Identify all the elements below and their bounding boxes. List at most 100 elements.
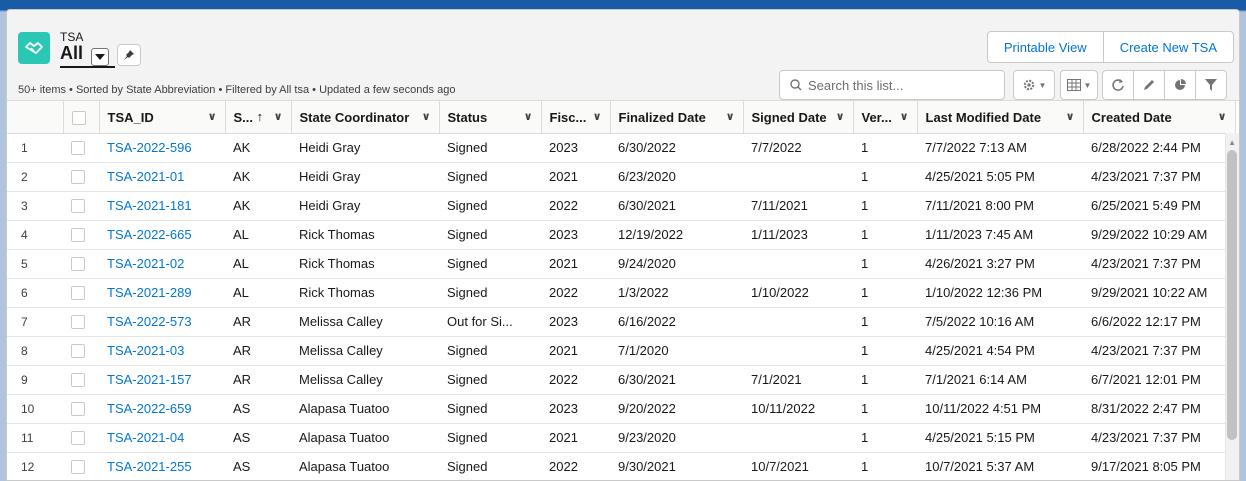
tsa-id-link[interactable]: TSA-2021-157: [107, 372, 192, 387]
list-view-dropdown-button[interactable]: [91, 48, 109, 66]
table-row[interactable]: 6 TSA-2021-289 AL Rick Thomas Signed 2022 1/3/…: [7, 278, 1235, 308]
table-row[interactable]: 12 TSA-2021-255 AS Alapasa Tuatoo Signed 2022…: [7, 452, 1235, 480]
sort-arrow-icon: ↑: [256, 108, 264, 124]
chevron-down-icon: ▼: [1038, 80, 1047, 90]
tsa-id-link[interactable]: TSA-2021-289: [107, 285, 192, 300]
tsa-id-link[interactable]: TSA-2021-03: [107, 343, 184, 358]
table-row[interactable]: 1 TSA-2022-596 AK Heidi Gray Signed 2023 6/30/…: [7, 133, 1235, 163]
last-modified-date-cell: 7/5/2022 10:16 AM: [917, 307, 1083, 337]
row-number: 12: [7, 452, 63, 480]
row-select-cell: [63, 336, 99, 366]
state-cell: AR: [225, 365, 291, 395]
row-checkbox[interactable]: [71, 373, 85, 388]
last-modified-date-cell: 1/10/2022 12:36 PM: [917, 278, 1083, 308]
table-row[interactable]: 3 TSA-2021-181 AK Heidi Gray Signed 2022 6/30/…: [7, 191, 1235, 221]
search-input[interactable]: [808, 77, 988, 93]
tsa-id-link[interactable]: TSA-2021-04: [107, 430, 184, 445]
row-checkbox[interactable]: [71, 257, 85, 272]
created-date-cell: 6/6/2022 12:17 PM: [1083, 307, 1235, 337]
table-row[interactable]: 2 TSA-2021-01 AK Heidi Gray Signed 2021 6/23/2…: [7, 162, 1235, 192]
column-header-created-date[interactable]: Created Date ∨: [1083, 101, 1236, 134]
refresh-button[interactable]: [1102, 70, 1134, 100]
column-header-state-coordinator[interactable]: State Coordinator ∨: [291, 101, 440, 134]
row-checkbox[interactable]: [71, 431, 85, 446]
create-new-tsa-button[interactable]: Create New TSA: [1103, 31, 1234, 63]
row-select-cell: [63, 162, 99, 192]
list-view-panel: TSA All Printable View Create New TSA 50…: [6, 9, 1240, 481]
table-row[interactable]: 10 TSA-2022-659 AS Alapasa Tuatoo Signed 2023…: [7, 394, 1235, 424]
signed-date-cell: [743, 249, 853, 279]
scrollbar-thumb[interactable]: [1227, 150, 1237, 440]
chevron-down-icon[interactable]: ∨: [726, 110, 735, 123]
column-header-tsa-id[interactable]: TSA_ID ∨: [99, 101, 226, 134]
chevron-down-icon[interactable]: ∨: [836, 110, 845, 123]
chevron-down-icon[interactable]: ∨: [524, 110, 533, 123]
finalized-date-cell: 6/16/2022: [610, 307, 743, 337]
tsa-id-link[interactable]: TSA-2021-255: [107, 459, 192, 474]
column-header-version[interactable]: Ver... ∨: [853, 101, 918, 134]
row-checkbox[interactable]: [71, 199, 85, 214]
printable-view-button[interactable]: Printable View: [986, 31, 1104, 63]
tsa-id-link[interactable]: TSA-2021-181: [107, 198, 192, 213]
tsa-id-link[interactable]: TSA-2022-596: [107, 140, 192, 155]
column-header-last-modified-date[interactable]: Last Modified Date ∨: [917, 101, 1084, 134]
chevron-down-icon[interactable]: ∨: [274, 110, 283, 123]
fiscal-year-cell: 2022: [541, 191, 610, 221]
version-cell: 1: [853, 452, 917, 480]
table-row[interactable]: 8 TSA-2021-03 AR Melissa Calley Signed 2021 7/…: [7, 336, 1235, 366]
row-checkbox[interactable]: [71, 315, 85, 330]
inline-edit-button[interactable]: [1133, 70, 1165, 100]
chevron-down-icon[interactable]: ∨: [1066, 110, 1075, 123]
version-cell: 1: [853, 162, 917, 192]
chevron-down-icon[interactable]: ∨: [208, 110, 217, 123]
row-number: 11: [7, 423, 63, 453]
version-cell: 1: [853, 133, 917, 163]
table-row[interactable]: 5 TSA-2021-02 AL Rick Thomas Signed 2021 9/24/…: [7, 249, 1235, 279]
tsa-id-link[interactable]: TSA-2021-01: [107, 169, 184, 184]
select-all-checkbox[interactable]: [71, 110, 86, 125]
tsa-id-link[interactable]: TSA-2022-573: [107, 314, 192, 329]
pin-icon: [124, 50, 134, 60]
column-header-finalized-date[interactable]: Finalized Date ∨: [610, 101, 744, 134]
list-settings-button[interactable]: ▼: [1013, 70, 1055, 100]
scroll-up-arrow-icon[interactable]: ▲: [1228, 138, 1236, 147]
tsa-id-link[interactable]: TSA-2021-02: [107, 256, 184, 271]
state-cell: AL: [225, 278, 291, 308]
chevron-down-icon[interactable]: ∨: [900, 110, 909, 123]
column-header-fiscal-year[interactable]: Fisc... ∨: [541, 101, 611, 134]
row-checkbox[interactable]: [71, 402, 85, 417]
column-header-signed-date[interactable]: Signed Date ∨: [743, 101, 854, 134]
table-row[interactable]: 11 TSA-2021-04 AS Alapasa Tuatoo Signed 2021 9…: [7, 423, 1235, 453]
tsa-id-link[interactable]: TSA-2022-659: [107, 401, 192, 416]
filter-icon: [1205, 79, 1217, 91]
table-row[interactable]: 7 TSA-2022-573 AR Melissa Calley Out for Si.…: [7, 307, 1235, 337]
row-checkbox[interactable]: [71, 460, 85, 475]
list-view-name[interactable]: All: [60, 43, 83, 64]
table-row[interactable]: 4 TSA-2022-665 AL Rick Thomas Signed 2023 12/1…: [7, 220, 1235, 250]
search-box: [779, 70, 1005, 100]
pin-list-button[interactable]: [117, 44, 141, 66]
row-number: 1: [7, 133, 63, 163]
chevron-down-icon[interactable]: ∨: [422, 110, 431, 123]
chevron-down-icon[interactable]: ∨: [593, 110, 602, 123]
tsa-id-cell: TSA-2021-289: [99, 278, 225, 308]
version-cell: 1: [853, 394, 917, 424]
select-all-header[interactable]: [63, 101, 100, 134]
filter-button[interactable]: [1195, 70, 1227, 100]
row-checkbox[interactable]: [71, 141, 85, 156]
pencil-icon: [1144, 80, 1154, 90]
state-coordinator-cell: Rick Thomas: [291, 278, 439, 308]
chevron-down-icon[interactable]: ∨: [1218, 110, 1227, 123]
finalized-date-cell: 6/30/2022: [610, 133, 743, 163]
row-checkbox[interactable]: [71, 228, 85, 243]
display-as-button[interactable]: ▼: [1060, 70, 1098, 100]
row-checkbox[interactable]: [71, 286, 85, 301]
last-modified-date-cell: 7/7/2022 7:13 AM: [917, 133, 1083, 163]
column-header-state[interactable]: S... ↑ ∨: [225, 101, 292, 134]
row-checkbox[interactable]: [71, 344, 85, 359]
table-row[interactable]: 9 TSA-2021-157 AR Melissa Calley Signed 2022 6…: [7, 365, 1235, 395]
column-header-status[interactable]: Status ∨: [439, 101, 542, 134]
row-checkbox[interactable]: [71, 170, 85, 185]
tsa-id-link[interactable]: TSA-2022-665: [107, 227, 192, 242]
charts-button[interactable]: [1164, 70, 1196, 100]
